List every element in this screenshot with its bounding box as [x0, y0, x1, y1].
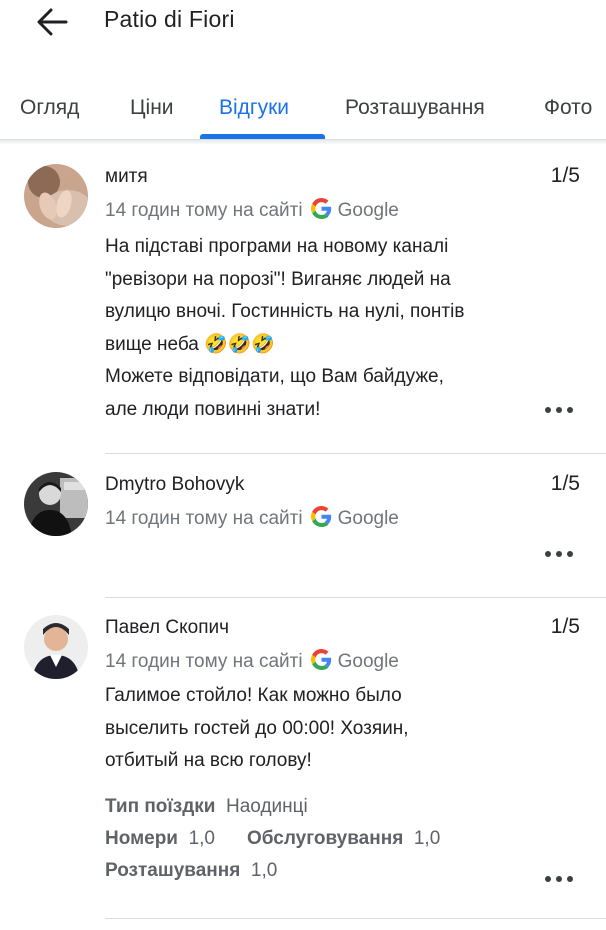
app-header: Patio di Fiori	[0, 0, 606, 70]
review-rating: 1/5	[550, 472, 580, 495]
review-text-line: выселить гостей до 00:00! Хозяин,	[105, 717, 409, 739]
review-meta: 14 годин тому на сайті Google	[105, 198, 399, 225]
review-divider	[105, 597, 606, 598]
rooms-label: Номери	[105, 828, 178, 849]
more-options-button[interactable]	[540, 869, 578, 889]
google-icon	[310, 198, 332, 225]
tab-prices[interactable]: Ціни	[130, 96, 174, 120]
review-text-line: "ревізори на порозі"! Виганяє людей на	[105, 268, 451, 290]
review-rating: 1/5	[550, 164, 580, 187]
trip-type-label: Тип поїздки	[105, 796, 216, 817]
rooms-value: 1,0	[188, 828, 215, 849]
review-rating: 1/5	[550, 615, 580, 638]
review-text: Галимое стойло! Как можно было выселить …	[105, 680, 545, 778]
service-value: 1,0	[413, 828, 441, 849]
review-source: Google	[337, 651, 399, 672]
tab-bar: Огляд Ціни Відгуки Розташування Фото	[0, 80, 606, 140]
review-author[interactable]: Dmytro Bohovyk	[105, 474, 244, 496]
review-time: 14 годин тому на сайті	[105, 200, 303, 221]
review-text-line: вулицю вночі. Гостинність на нулі, понті…	[105, 301, 465, 322]
tab-overview[interactable]: Огляд	[20, 96, 79, 120]
more-options-button[interactable]	[540, 544, 578, 564]
tab-reviews[interactable]: Відгуки	[219, 96, 289, 120]
review-author[interactable]: митя	[105, 166, 148, 188]
ratings-row: Номери 1,0 Обслуговування 1,0	[105, 828, 440, 850]
google-icon	[310, 649, 332, 676]
more-options-button[interactable]	[540, 400, 578, 420]
review-author[interactable]: Павел Скопич	[105, 617, 229, 639]
review-text-line: отбитый на всю голову!	[105, 750, 312, 771]
review-text-line: вище неба 🤣🤣🤣	[105, 333, 276, 355]
review-text-line: Галимое стойло! Как можно было	[105, 685, 402, 706]
review-source: Google	[337, 200, 399, 221]
tab-photos[interactable]: Фото	[544, 96, 592, 120]
tabs-shadow	[0, 140, 606, 145]
review-text-line: Можете відповідати, що Вам байдуже,	[105, 366, 444, 387]
review-meta: 14 годин тому на сайті Google	[105, 506, 399, 533]
page-title: Patio di Fiori	[104, 6, 235, 32]
review-divider	[105, 453, 606, 454]
location-value: 1,0	[250, 860, 278, 881]
back-button[interactable]	[30, 2, 74, 42]
location-rating-row: Розташування 1,0	[105, 860, 277, 882]
avatar[interactable]	[24, 164, 88, 228]
location-label: Розташування	[105, 860, 241, 881]
trip-type-value: Наодинці	[226, 796, 308, 817]
review-text: На підставі програми на новому каналі "р…	[105, 231, 545, 426]
review-divider	[105, 918, 606, 919]
avatar[interactable]	[24, 615, 88, 679]
service-label: Обслуговування	[246, 828, 404, 849]
google-icon	[310, 506, 332, 533]
review-source: Google	[337, 508, 399, 529]
avatar[interactable]	[24, 472, 88, 536]
trip-type-row: Тип поїздки Наодинці	[105, 796, 308, 818]
review-time: 14 годин тому на сайті	[105, 651, 303, 672]
review-text-line: але люди повинні знати!	[105, 398, 321, 420]
tab-location[interactable]: Розташування	[345, 96, 485, 120]
review-meta: 14 годин тому на сайті Google	[105, 649, 399, 676]
review-time: 14 годин тому на сайті	[105, 508, 303, 529]
review-text-line: На підставі програми на новому каналі	[105, 236, 449, 257]
arrow-back-icon	[37, 8, 68, 36]
